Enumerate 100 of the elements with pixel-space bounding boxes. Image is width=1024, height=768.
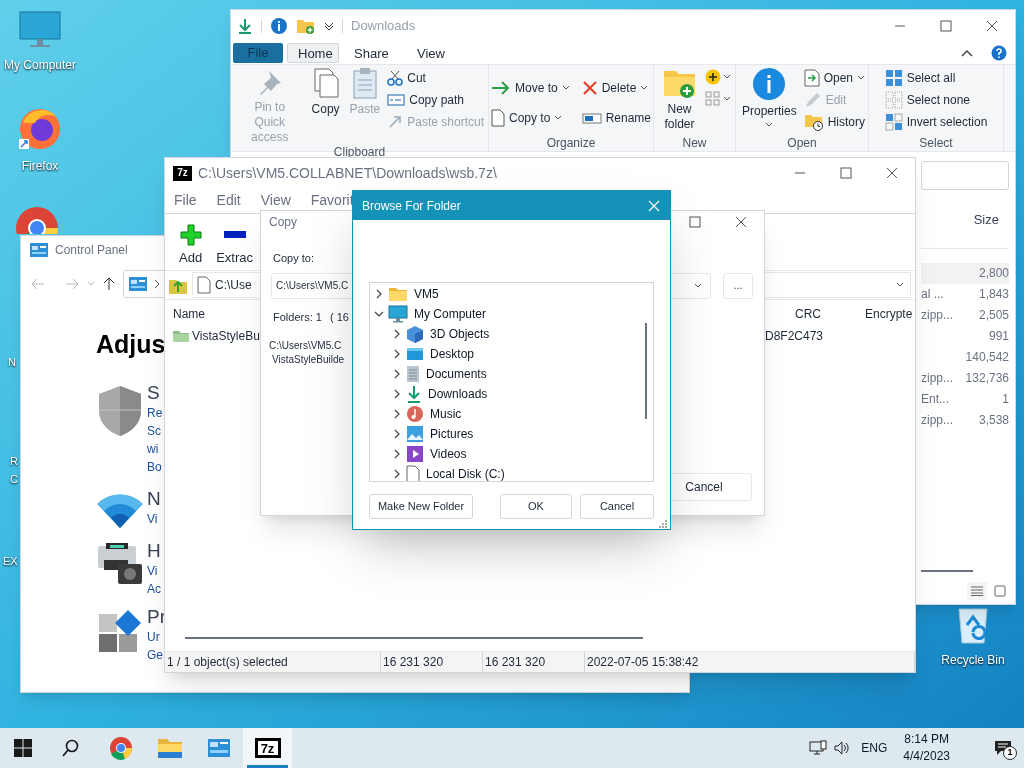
menu-item[interactable]: Favorit <box>310 190 354 211</box>
dialog-button[interactable]: OK <box>500 494 572 519</box>
browse-button[interactable]: ... <box>723 272 753 299</box>
new-folder-icon[interactable] <box>296 18 316 34</box>
category-link[interactable]: Vi <box>147 561 158 580</box>
taskbar-app-button[interactable]: 7z <box>243 728 292 768</box>
ribbon-button[interactable]: Rename <box>581 107 652 129</box>
app-blocks-icon[interactable] <box>97 607 143 654</box>
chevron-right-icon[interactable] <box>392 449 402 459</box>
menu-item[interactable]: View <box>260 190 291 211</box>
dialog-title: Browse For Folder <box>362 197 461 215</box>
ribbon-button[interactable]: Copy to <box>491 107 570 129</box>
chevron-right-icon[interactable] <box>392 429 402 439</box>
column-header[interactable]: Size <box>973 210 1009 230</box>
notifications-button[interactable]: 1 <box>988 728 1018 768</box>
network-icon[interactable] <box>809 740 828 756</box>
ribbon-button[interactable]: Move to <box>491 77 570 99</box>
chevron-right-icon[interactable] <box>392 469 402 479</box>
category-link[interactable]: Ac <box>147 579 161 598</box>
info-icon[interactable] <box>270 17 288 35</box>
close-icon <box>648 199 660 212</box>
menu-item[interactable]: Edit <box>216 190 241 211</box>
volume-icon[interactable] <box>833 740 852 756</box>
toolbar-button[interactable]: Extrac <box>216 223 253 267</box>
search-field[interactable] <box>921 161 1009 190</box>
table-cell-text: 1 <box>1002 391 1009 408</box>
tree-item[interactable]: Desktop <box>428 345 477 363</box>
category-title[interactable]: N <box>147 487 161 510</box>
tree-item[interactable]: Videos <box>428 445 469 463</box>
toolbar-button[interactable]: Add <box>179 223 203 267</box>
tree-item[interactable]: Downloads <box>426 385 490 403</box>
help-icon[interactable] <box>991 45 1007 61</box>
ribbon-tab[interactable]: Share <box>343 43 399 63</box>
ribbon-button[interactable]: Open <box>803 67 866 89</box>
control-panel-icon[interactable] <box>128 276 148 292</box>
category-link[interactable]: Bo <box>147 457 162 476</box>
desktop-icon-label[interactable]: Recycle Bin <box>941 651 1005 669</box>
printer-camera-icon[interactable] <box>96 541 144 586</box>
chevron-down-icon[interactable] <box>374 309 384 319</box>
category-title[interactable]: S <box>147 381 160 404</box>
column-header[interactable]: Encrypte <box>865 305 913 323</box>
monitor-icon <box>388 305 408 323</box>
resize-grip-icon[interactable] <box>658 519 668 529</box>
scrollbar-thumb[interactable] <box>645 323 647 419</box>
up-icon[interactable] <box>103 277 115 291</box>
table-cell-text: zipp... <box>921 307 953 324</box>
chevron-right-icon[interactable] <box>374 289 384 299</box>
chevron-down-icon[interactable] <box>324 22 334 30</box>
category-link[interactable]: wi <box>147 439 159 458</box>
browser-icon <box>108 736 133 760</box>
chevron-right-icon[interactable] <box>392 329 402 339</box>
category-link[interactable]: Ur <box>147 627 160 646</box>
tree-item[interactable]: My Computer <box>412 305 489 323</box>
square-icon <box>994 585 1006 597</box>
details-view-button[interactable] <box>967 582 987 600</box>
ribbon-tab[interactable]: View <box>403 43 459 63</box>
arrow-right-icon <box>491 81 511 95</box>
folder-tree[interactable]: VM5 My Computer 3D Objects Desktop Documents Downloads Music Pictures Videos Local Disk (C:) <box>369 282 654 482</box>
tree-item[interactable]: Music <box>428 405 464 423</box>
clock[interactable]: 8:14 PM 4/4/2023 <box>897 731 956 765</box>
tree-item[interactable]: Documents <box>424 365 489 383</box>
ribbon-tab[interactable]: Home <box>287 43 339 63</box>
ribbon-button[interactable]: Copy <box>308 67 343 145</box>
dialog-button[interactable]: Cancel <box>580 494 654 519</box>
ribbon-button[interactable]: Cut <box>387 67 484 89</box>
app-logo[interactable]: 7z <box>173 165 192 181</box>
collapse-ribbon-icon[interactable] <box>961 49 973 57</box>
control-panel-icon[interactable] <box>29 242 49 258</box>
language-indicator[interactable]: ENG <box>857 739 892 757</box>
ribbon-button[interactable]: New folder <box>658 67 701 136</box>
category-title[interactable]: Pr <box>147 605 166 628</box>
category-link[interactable]: Re <box>147 403 163 422</box>
app-logo[interactable]: 7z <box>255 739 280 757</box>
new-item-button[interactable] <box>705 69 731 85</box>
ribbon-button[interactable]: History <box>803 111 866 133</box>
ribbon-button[interactable]: Properties <box>738 67 800 136</box>
ribbon-button[interactable]: Delete <box>581 77 652 99</box>
tree-item[interactable]: Local Disk (C:) <box>424 465 507 481</box>
tree-item[interactable]: 3D Objects <box>428 325 492 343</box>
category-link[interactable]: Vi <box>147 509 158 528</box>
shield-icon[interactable] <box>96 383 144 438</box>
ribbon-button[interactable]: Invert selection <box>884 111 988 133</box>
menu-item[interactable]: File <box>174 190 197 211</box>
chevron-right-icon[interactable] <box>392 389 402 399</box>
tree-item[interactable]: Pictures <box>428 425 476 443</box>
chevron-right-icon[interactable] <box>392 349 402 359</box>
ribbon-button[interactable]: Select none <box>884 89 988 111</box>
category-link[interactable]: Ge <box>147 645 163 664</box>
add-icon <box>179 223 202 246</box>
ribbon-button[interactable]: Copy path <box>387 89 484 111</box>
chevron-right-icon[interactable] <box>392 369 402 379</box>
download-icon[interactable] <box>237 18 253 34</box>
column-header[interactable]: CRC <box>765 305 821 323</box>
dialog-button[interactable]: Make New Folder <box>369 494 473 519</box>
ribbon-button[interactable]: Select all <box>884 67 988 89</box>
category-title[interactable]: H <box>147 539 161 562</box>
tree-item[interactable]: VM5 <box>412 285 441 303</box>
category-link[interactable]: Sc <box>147 421 161 440</box>
tiles-view-button[interactable] <box>991 582 1009 600</box>
chevron-right-icon[interactable] <box>392 409 402 419</box>
